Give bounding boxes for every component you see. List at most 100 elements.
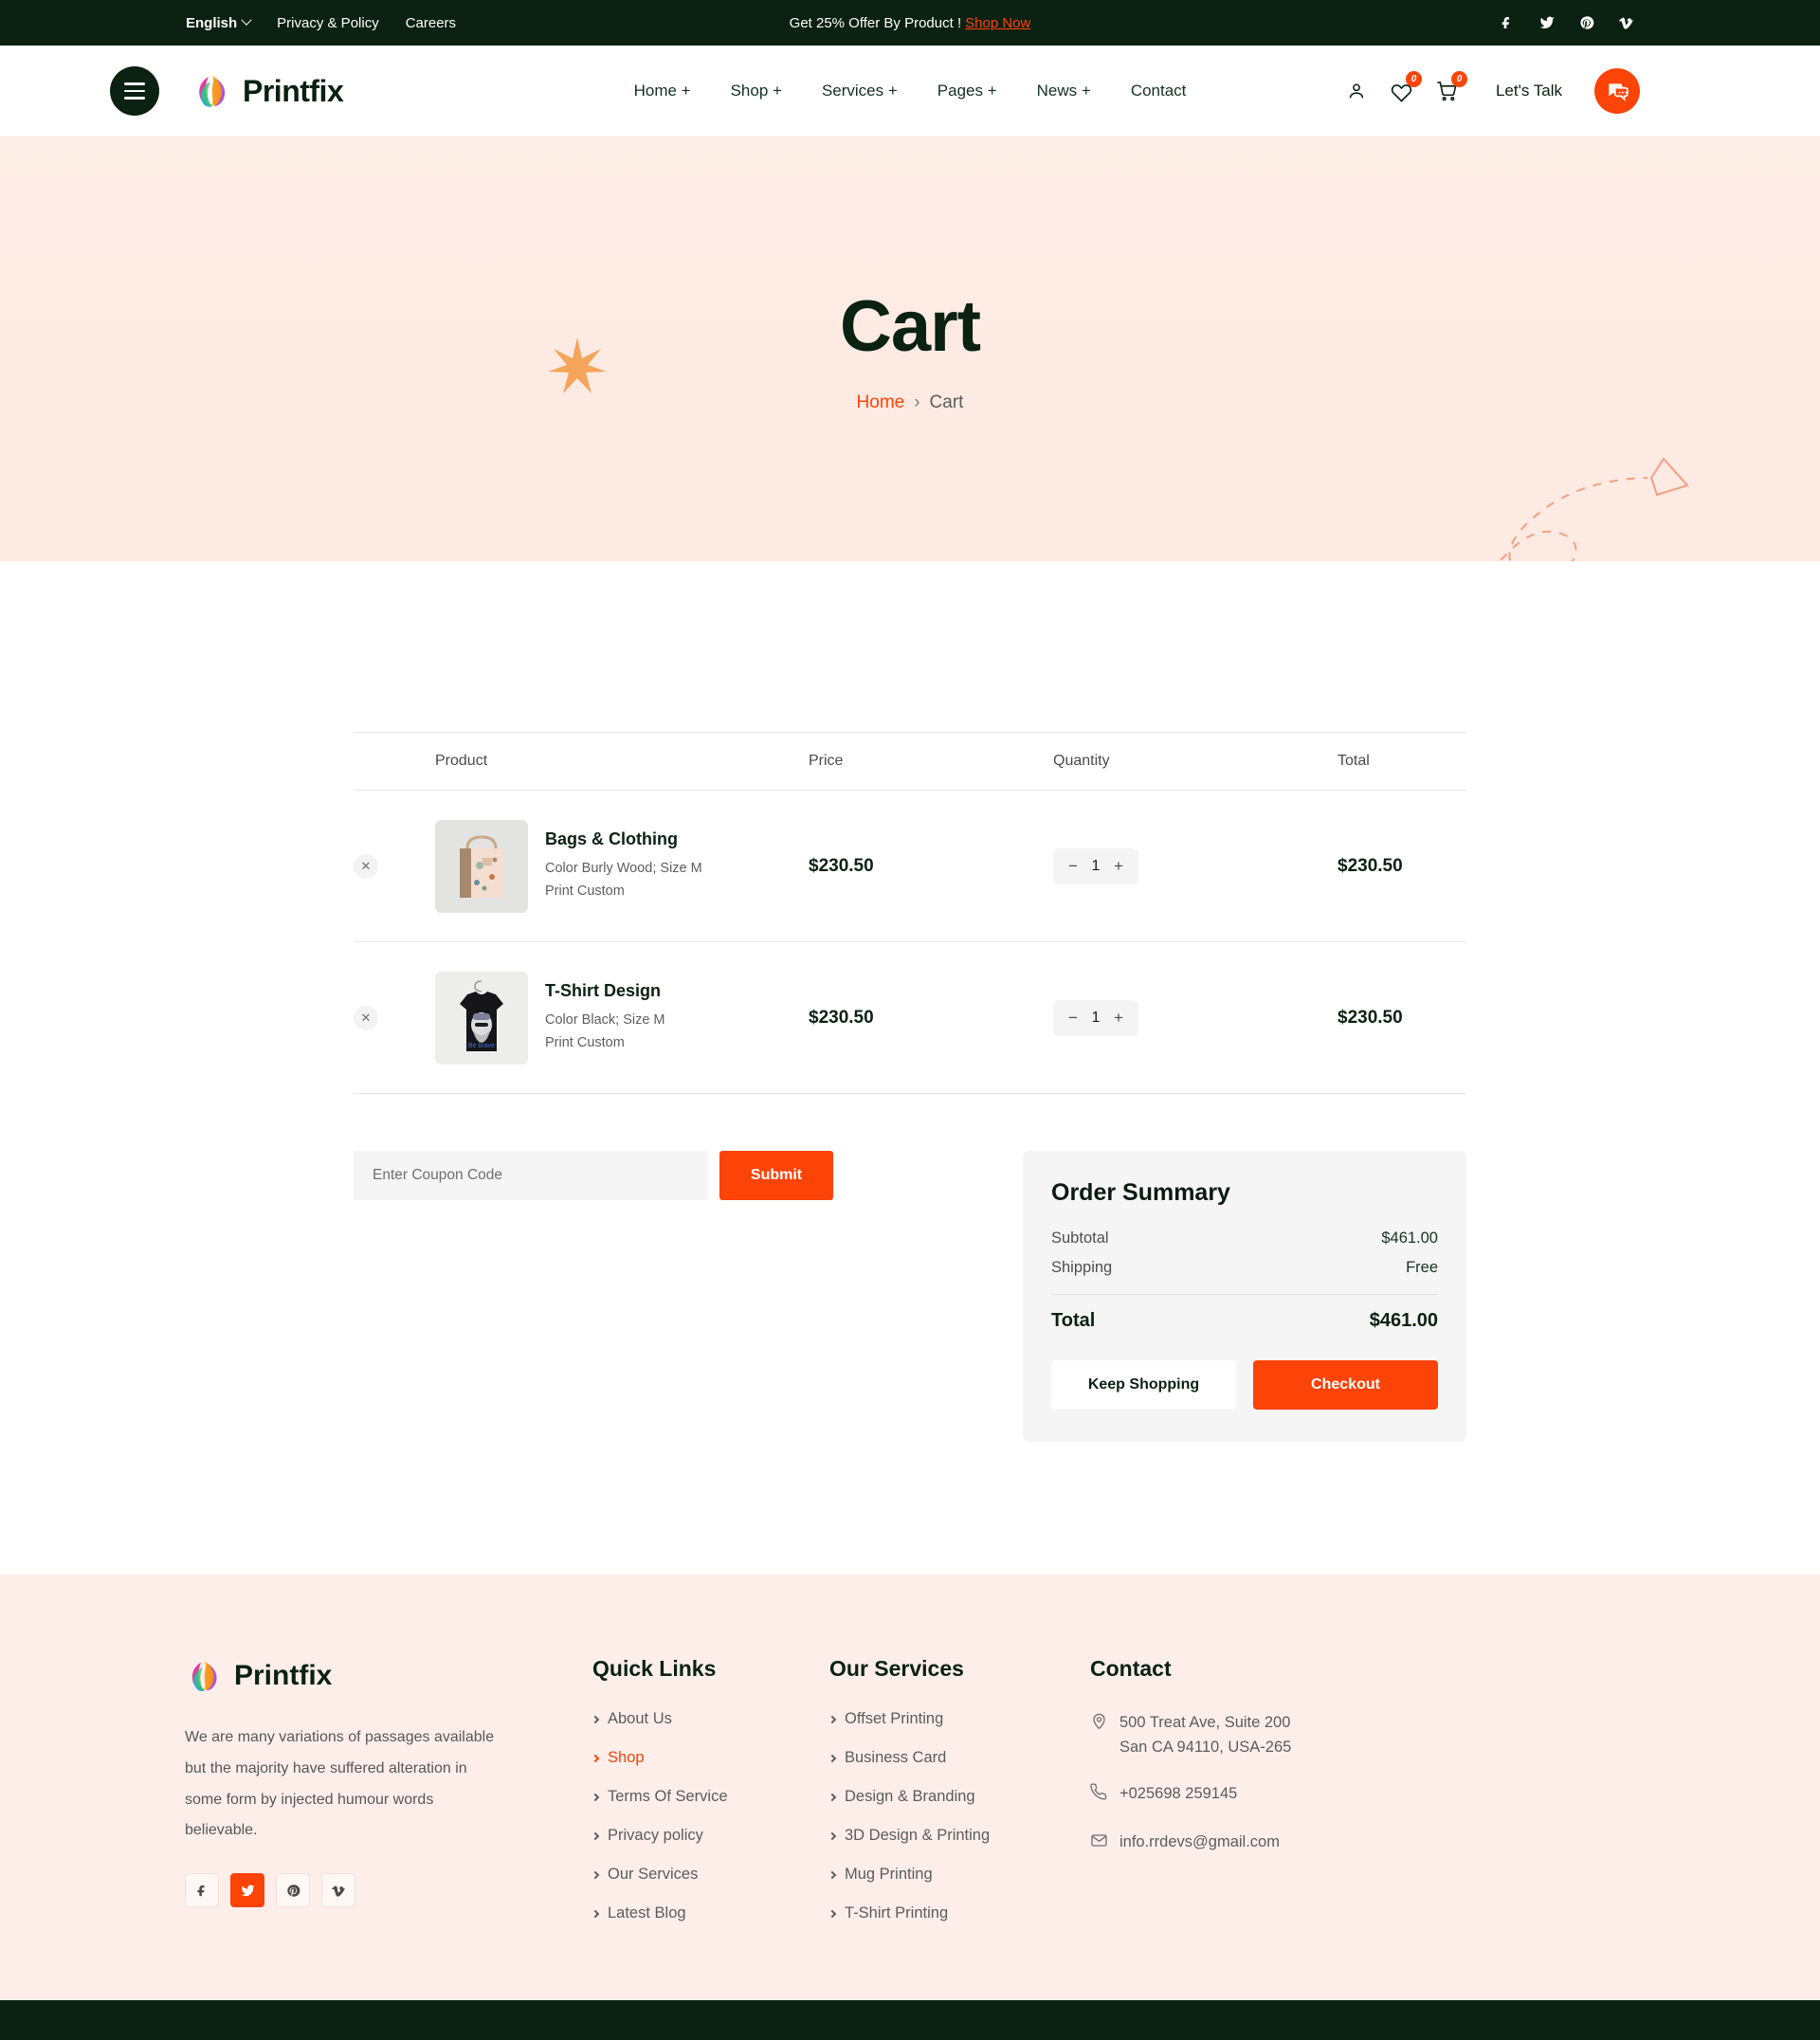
address-text: 500 Treat Ave, Suite 200 San CA 94110, U… [1119, 1710, 1291, 1760]
nav-item-news[interactable]: News + [1037, 82, 1091, 100]
product-variant: Color Black; Size M [545, 1012, 665, 1029]
keep-shopping-button[interactable]: Keep Shopping [1051, 1360, 1236, 1410]
footer-service-offset-printing[interactable]: Offset Printing [828, 1710, 1090, 1728]
quantity-decrease-button[interactable]: − [1059, 1001, 1087, 1035]
pinterest-icon[interactable] [1579, 15, 1594, 30]
top-bar-left: English Privacy & Policy Careers [186, 15, 456, 31]
product-price: $230.50 [809, 1007, 874, 1028]
quantity-stepper[interactable]: − 1 + [1053, 847, 1138, 884]
footer-link-privacy-policy[interactable]: Privacy policy [591, 1827, 829, 1845]
nav-item-pages[interactable]: Pages + [937, 82, 997, 100]
remove-item-button[interactable]: ✕ [354, 853, 378, 879]
chevron-right-icon [828, 1870, 837, 1879]
breadcrumb-home-link[interactable]: Home [857, 392, 905, 413]
link-privacy-policy[interactable]: Privacy & Policy [277, 15, 379, 31]
address-line-2: San CA 94110, USA-265 [1119, 1739, 1292, 1757]
quantity-decrease-button[interactable]: − [1059, 849, 1087, 883]
menu-toggle-button[interactable] [110, 66, 159, 116]
quantity-increase-button[interactable]: + [1104, 1001, 1133, 1035]
pinterest-icon[interactable] [276, 1873, 310, 1908]
chevron-right-icon [828, 1831, 837, 1840]
table-row: ✕ Be brave T-Shirt Design Color Black; S… [354, 942, 1466, 1094]
shipping-label: Shipping [1051, 1259, 1113, 1276]
footer-service-tshirt-printing[interactable]: T-Shirt Printing [828, 1904, 1090, 1922]
summary-total-row: Total $461.00 [1051, 1310, 1438, 1332]
brand-logo[interactable]: Printfix [191, 70, 344, 112]
coupon-submit-button[interactable]: Submit [719, 1151, 833, 1200]
vimeo-icon[interactable] [321, 1873, 355, 1908]
wishlist-icon[interactable]: 0 [1390, 71, 1422, 103]
svg-text:Be brave: Be brave [468, 1043, 495, 1049]
footer-link-shop[interactable]: Shop [591, 1749, 829, 1767]
chevron-right-icon [828, 1909, 837, 1918]
twitter-icon[interactable] [1539, 15, 1555, 30]
chevron-down-icon [241, 14, 252, 26]
envelope-icon [1090, 1831, 1108, 1857]
promo-banner: Get 25% Offer By Product ! Shop Now [790, 15, 1031, 31]
footer-service-3d-design-printing[interactable]: 3D Design & Printing [828, 1827, 1090, 1845]
user-account-icon[interactable] [1344, 79, 1369, 103]
link-careers[interactable]: Careers [406, 15, 456, 31]
nav-item-services[interactable]: Services + [822, 82, 898, 100]
coupon-form: Submit [354, 1151, 960, 1442]
footer-link-latest-blog[interactable]: Latest Blog [591, 1904, 829, 1922]
link-label: Business Card [845, 1749, 947, 1766]
product-variant: Color Burly Wood; Size M [545, 861, 702, 877]
checkout-button[interactable]: Checkout [1253, 1360, 1438, 1410]
contact-phone[interactable]: +025698 259145 [1090, 1781, 1374, 1809]
remove-item-button[interactable]: ✕ [354, 1005, 378, 1030]
link-label: Our Services [608, 1866, 699, 1883]
footer-service-mug-printing[interactable]: Mug Printing [828, 1866, 1090, 1884]
nav-item-home[interactable]: Home + [634, 82, 691, 100]
vimeo-icon[interactable] [1619, 15, 1634, 30]
product-name[interactable]: T-Shirt Design [545, 981, 665, 1001]
menu-line [124, 97, 145, 100]
twitter-icon[interactable] [230, 1873, 264, 1908]
remove-cell: ✕ [354, 1005, 435, 1030]
order-summary-title: Order Summary [1051, 1179, 1230, 1206]
lets-talk-label[interactable]: Let's Talk [1496, 82, 1562, 100]
breadcrumb-current: Cart [929, 392, 964, 412]
promo-shop-now-link[interactable]: Shop Now [965, 15, 1030, 31]
nav-item-shop[interactable]: Shop + [731, 82, 782, 100]
footer-bottom-bar [0, 2000, 1820, 2040]
chevron-right-icon [828, 1793, 837, 1801]
header-price: Price [809, 753, 844, 769]
product-name[interactable]: Bags & Clothing [545, 829, 702, 849]
footer-link-about-us[interactable]: About Us [591, 1710, 829, 1728]
facebook-icon[interactable] [185, 1873, 219, 1908]
quantity-stepper[interactable]: − 1 + [1053, 999, 1138, 1036]
footer-brand-logo[interactable]: Printfix [185, 1656, 592, 1696]
breadcrumb-separator: › [914, 392, 920, 412]
header-actions: 0 0 Let's Talk [1344, 68, 1640, 114]
contact-title: Contact [1090, 1656, 1172, 1681]
quantity-increase-button[interactable]: + [1104, 849, 1133, 883]
summary-shipping-row: Shipping Free [1051, 1259, 1438, 1277]
contact-email[interactable]: info.rrdevs@gmail.com [1090, 1830, 1374, 1857]
site-header: Printfix Home + Shop + Services + Pages … [0, 46, 1820, 137]
link-label: About Us [608, 1710, 672, 1727]
footer-link-terms-of-service[interactable]: Terms Of Service [591, 1788, 829, 1806]
quantity-cell: − 1 + [1053, 999, 1338, 1036]
chat-bubble-button[interactable] [1594, 68, 1640, 114]
language-selector[interactable]: English [186, 14, 252, 31]
link-label: Latest Blog [608, 1904, 686, 1922]
product-print-option: Print Custom [545, 883, 625, 899]
language-label: English [186, 14, 238, 31]
footer-service-design-branding[interactable]: Design & Branding [828, 1788, 1090, 1806]
link-label: 3D Design & Printing [845, 1827, 991, 1844]
product-total: $230.50 [1338, 1007, 1403, 1028]
footer-link-our-services[interactable]: Our Services [591, 1866, 829, 1884]
coupon-input[interactable] [354, 1151, 708, 1200]
footer-brand-name: Printfix [234, 1660, 333, 1691]
product-price: $230.50 [809, 855, 874, 876]
facebook-icon[interactable] [1500, 15, 1515, 30]
total-label: Total [1051, 1310, 1096, 1331]
footer-description: We are many variations of passages avail… [185, 1729, 495, 1839]
printfix-logo-icon [191, 1661, 217, 1691]
nav-item-contact[interactable]: Contact [1131, 82, 1187, 100]
cart-icon[interactable]: 0 [1435, 71, 1467, 103]
footer-service-business-card[interactable]: Business Card [828, 1749, 1090, 1767]
chevron-right-icon [591, 1870, 600, 1879]
subtotal-label: Subtotal [1051, 1229, 1109, 1247]
